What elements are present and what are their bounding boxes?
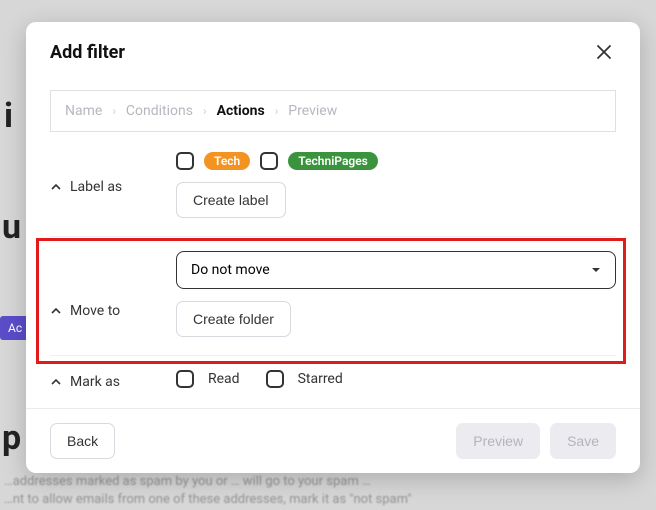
label-checkbox-technipages[interactable]	[260, 152, 278, 170]
crumb-name[interactable]: Name	[65, 103, 102, 119]
label-checkbox-tech[interactable]	[176, 152, 194, 170]
chevron-up-icon[interactable]	[50, 181, 62, 193]
section-move-to: Move to Do not move Create folder	[50, 245, 616, 347]
breadcrumb: Name › Conditions › Actions › Preview	[50, 90, 616, 132]
move-to-select[interactable]: Do not move	[176, 251, 616, 289]
add-filter-modal: Add filter Name › Conditions › Actions ›…	[26, 22, 640, 473]
section-heading: Label as	[70, 179, 122, 195]
modal-footer: Back Preview Save	[26, 408, 640, 473]
section-label-as: Label as Tech TechniPages Create label	[50, 146, 616, 228]
chevron-up-icon[interactable]	[50, 376, 62, 388]
close-icon	[596, 44, 612, 60]
create-label-button[interactable]: Create label	[176, 182, 286, 218]
mark-starred-label: Starred	[298, 371, 343, 387]
chevron-right-icon: ›	[203, 104, 207, 118]
close-button[interactable]	[592, 40, 616, 64]
bg-letter: u	[2, 207, 21, 247]
mark-read-checkbox[interactable]	[176, 370, 194, 388]
crumb-preview[interactable]: Preview	[288, 103, 337, 119]
crumb-conditions[interactable]: Conditions	[126, 103, 193, 119]
save-button[interactable]: Save	[550, 423, 616, 459]
modal-title: Add filter	[50, 42, 125, 63]
divider	[50, 236, 616, 237]
section-mark-as: Mark as Read Starred	[50, 364, 616, 400]
section-heading: Move to	[70, 303, 120, 319]
bg-letter: i	[4, 96, 13, 136]
back-button[interactable]: Back	[50, 423, 115, 459]
bg-text-line: …addresses marked as spam by you or … wi…	[4, 472, 371, 492]
section-heading: Mark as	[70, 374, 120, 390]
chevron-up-icon[interactable]	[50, 305, 62, 317]
crumb-actions[interactable]: Actions	[217, 103, 265, 119]
chevron-right-icon: ›	[112, 104, 116, 118]
modal-body: Label as Tech TechniPages Create label M…	[26, 146, 640, 408]
select-value: Do not move	[191, 262, 270, 278]
label-pill-tech: Tech	[204, 152, 250, 170]
create-folder-button[interactable]: Create folder	[176, 301, 291, 337]
divider	[50, 355, 616, 356]
bg-letter: p	[2, 418, 21, 458]
label-pill-technipages: TechniPages	[288, 152, 378, 170]
modal-header: Add filter	[26, 22, 640, 72]
chevron-right-icon: ›	[275, 104, 279, 118]
preview-button[interactable]: Preview	[456, 423, 540, 459]
caret-down-icon	[591, 265, 601, 275]
mark-read-label: Read	[208, 371, 240, 387]
mark-starred-checkbox[interactable]	[266, 370, 284, 388]
